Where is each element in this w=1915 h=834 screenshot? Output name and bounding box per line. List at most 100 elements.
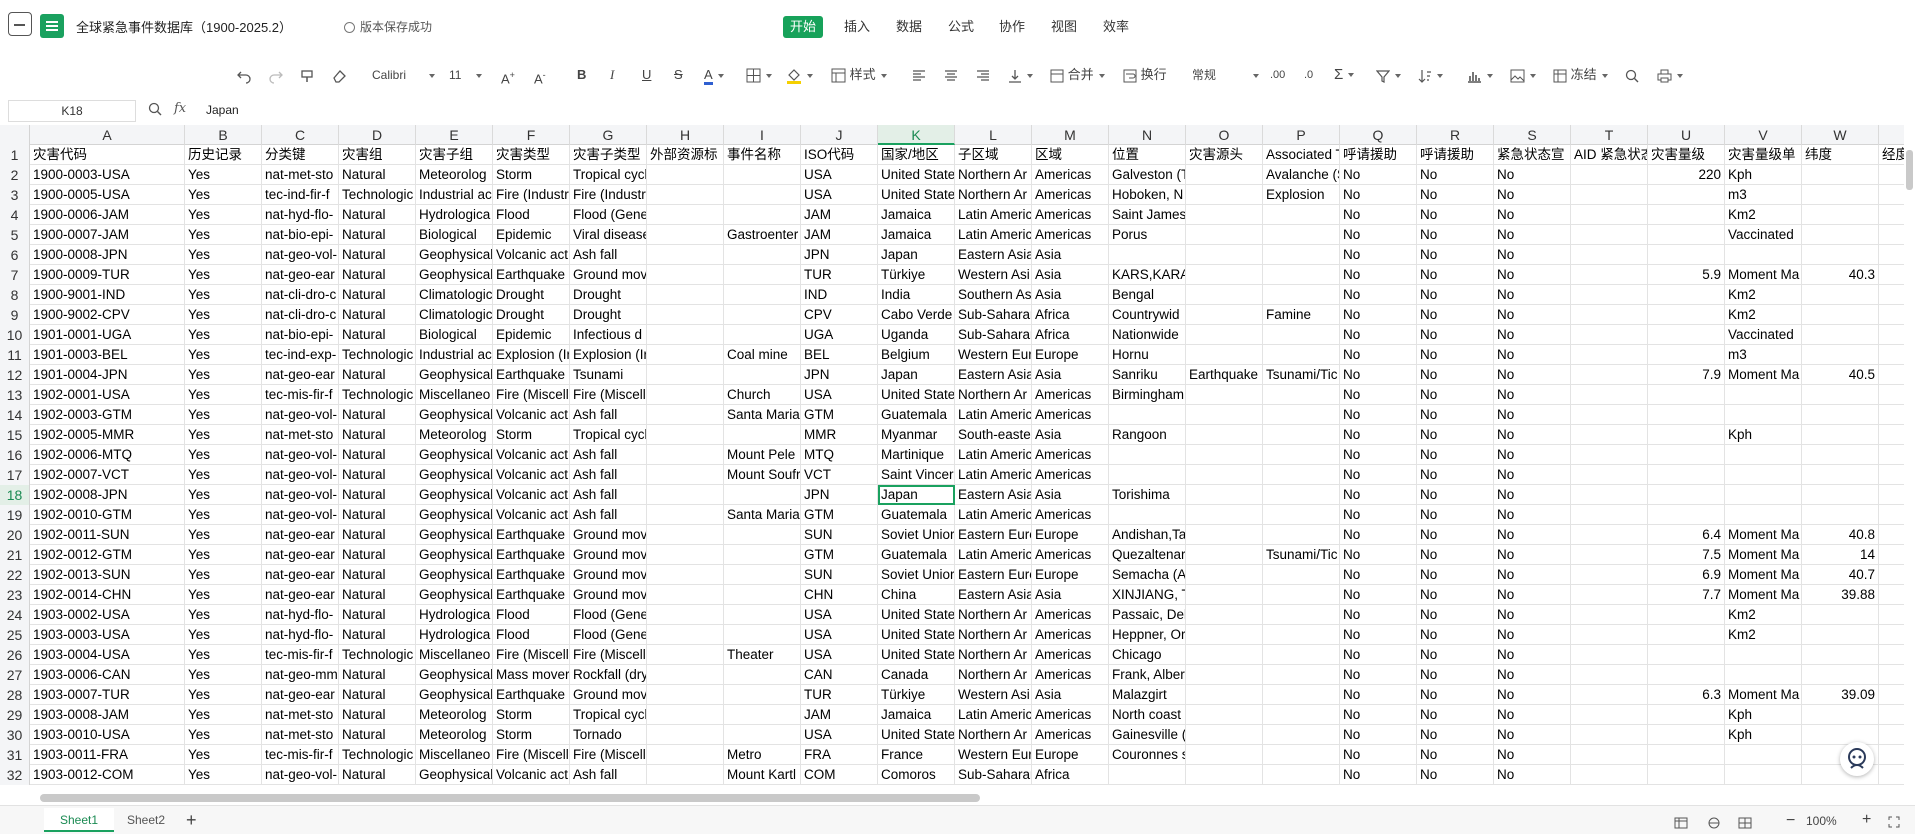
menu-tab-collaborate[interactable]: 协作 — [992, 16, 1032, 38]
table-cell[interactable] — [1879, 205, 1904, 225]
table-cell[interactable]: No — [1417, 385, 1494, 405]
table-cell[interactable] — [1879, 525, 1904, 545]
table-cell[interactable]: 1901-0004-JPN — [30, 365, 185, 385]
table-cell[interactable]: No — [1340, 185, 1417, 205]
table-cell[interactable] — [647, 705, 724, 725]
table-cell[interactable]: Volcanic act — [493, 445, 570, 465]
table-cell[interactable]: No — [1340, 745, 1417, 765]
table-cell[interactable] — [1725, 645, 1802, 665]
table-cell[interactable]: No — [1494, 325, 1571, 345]
table-cell[interactable]: tec-ind-fir-f — [262, 185, 339, 205]
table-cell[interactable]: No — [1340, 765, 1417, 785]
table-cell[interactable]: MTQ — [801, 445, 878, 465]
table-cell[interactable]: nat-hyd-flo- — [262, 205, 339, 225]
table-cell[interactable]: No — [1340, 525, 1417, 545]
table-cell[interactable] — [1802, 705, 1879, 725]
table-cell[interactable] — [1879, 545, 1904, 565]
format-painter-icon[interactable] — [299, 64, 315, 86]
row-header[interactable]: 8 — [0, 285, 30, 305]
table-cell[interactable]: Moment Ma — [1725, 685, 1802, 705]
table-cell[interactable]: Volcanic act — [493, 245, 570, 265]
table-cell[interactable]: Yes — [185, 545, 262, 565]
table-cell[interactable]: Southern As — [955, 285, 1032, 305]
table-cell[interactable]: XINJIANG, T — [1109, 585, 1186, 605]
table-cell[interactable] — [724, 245, 801, 265]
table-cell[interactable] — [1879, 725, 1904, 745]
header-cell[interactable]: 灾害代码 — [30, 145, 185, 165]
table-cell[interactable] — [1725, 245, 1802, 265]
table-cell[interactable]: No — [1417, 665, 1494, 685]
style-button[interactable]: 样式 — [831, 64, 887, 86]
table-cell[interactable]: 1900-0006-JAM — [30, 205, 185, 225]
table-cell[interactable]: No — [1494, 585, 1571, 605]
table-cell[interactable]: Vaccinated — [1725, 325, 1802, 345]
table-cell[interactable] — [1879, 285, 1904, 305]
table-cell[interactable]: No — [1417, 425, 1494, 445]
zoom-in-icon[interactable]: + — [1862, 811, 1871, 829]
table-cell[interactable]: Saint Vincer — [878, 465, 955, 485]
table-cell[interactable] — [1186, 765, 1263, 785]
table-cell[interactable]: No — [1340, 285, 1417, 305]
table-cell[interactable]: 7.7 — [1648, 585, 1725, 605]
table-cell[interactable]: Yes — [185, 165, 262, 185]
table-cell[interactable]: Yes — [185, 485, 262, 505]
table-cell[interactable] — [1725, 465, 1802, 485]
table-cell[interactable]: 6.3 — [1648, 685, 1725, 705]
table-cell[interactable] — [647, 625, 724, 645]
table-cell[interactable]: Yes — [185, 345, 262, 365]
table-cell[interactable] — [1879, 565, 1904, 585]
table-cell[interactable]: Northern Ar — [955, 625, 1032, 645]
table-cell[interactable]: Geophysical — [416, 365, 493, 385]
table-cell[interactable]: No — [1417, 525, 1494, 545]
column-header[interactable]: T — [1571, 125, 1648, 145]
table-cell[interactable]: 1900-9001-IND — [30, 285, 185, 305]
table-cell[interactable]: Avalanche (S — [1263, 165, 1340, 185]
table-cell[interactable] — [1186, 345, 1263, 365]
table-cell[interactable] — [1186, 725, 1263, 745]
table-cell[interactable] — [1571, 605, 1648, 625]
table-cell[interactable]: Meteorolog — [416, 425, 493, 445]
sheet-tab-sheet1[interactable]: Sheet1 — [44, 808, 115, 832]
table-cell[interactable]: Natural — [339, 445, 416, 465]
table-cell[interactable]: Americas — [1032, 385, 1109, 405]
table-cell[interactable]: No — [1494, 225, 1571, 245]
table-cell[interactable]: Yes — [185, 405, 262, 425]
table-cell[interactable] — [1648, 345, 1725, 365]
table-cell[interactable]: Natural — [339, 665, 416, 685]
table-cell[interactable] — [1725, 405, 1802, 425]
table-cell[interactable]: Hornu — [1109, 345, 1186, 365]
table-cell[interactable]: Guatemala — [878, 545, 955, 565]
menu-tab-efficiency[interactable]: 效率 — [1096, 16, 1136, 38]
table-cell[interactable]: Santa Maria — [724, 405, 801, 425]
table-cell[interactable]: Yes — [185, 385, 262, 405]
table-cell[interactable]: nat-geo-ear — [262, 545, 339, 565]
table-cell[interactable]: No — [1340, 585, 1417, 605]
table-cell[interactable] — [1725, 485, 1802, 505]
table-cell[interactable]: Nationwide — [1109, 325, 1186, 345]
table-cell[interactable]: UGA — [801, 325, 878, 345]
table-cell[interactable]: Sub-Saharar — [955, 325, 1032, 345]
header-cell[interactable]: 位置 — [1109, 145, 1186, 165]
table-cell[interactable]: Andishan,Ta — [1109, 525, 1186, 545]
table-cell[interactable]: Natural — [339, 165, 416, 185]
table-cell[interactable] — [1802, 625, 1879, 645]
table-cell[interactable]: Americas — [1032, 645, 1109, 665]
table-cell[interactable]: Sanriku — [1109, 365, 1186, 385]
table-cell[interactable]: Natural — [339, 625, 416, 645]
table-cell[interactable]: VCT — [801, 465, 878, 485]
row-header[interactable]: 27 — [0, 665, 30, 685]
row-header[interactable]: 25 — [0, 625, 30, 645]
table-cell[interactable]: Mass mover — [493, 665, 570, 685]
table-cell[interactable]: nat-met-sto — [262, 165, 339, 185]
table-cell[interactable]: BEL — [801, 345, 878, 365]
column-header[interactable]: J — [801, 125, 878, 145]
table-cell[interactable] — [1571, 765, 1648, 785]
table-cell[interactable] — [1186, 505, 1263, 525]
table-cell[interactable] — [1802, 405, 1879, 425]
table-cell[interactable] — [1263, 525, 1340, 545]
table-cell[interactable]: Natural — [339, 405, 416, 425]
table-cell[interactable]: Famine — [1263, 305, 1340, 325]
table-cell[interactable]: Drought — [570, 305, 647, 325]
table-cell[interactable]: USA — [801, 165, 878, 185]
menu-tab-start[interactable]: 开始 — [783, 16, 824, 38]
